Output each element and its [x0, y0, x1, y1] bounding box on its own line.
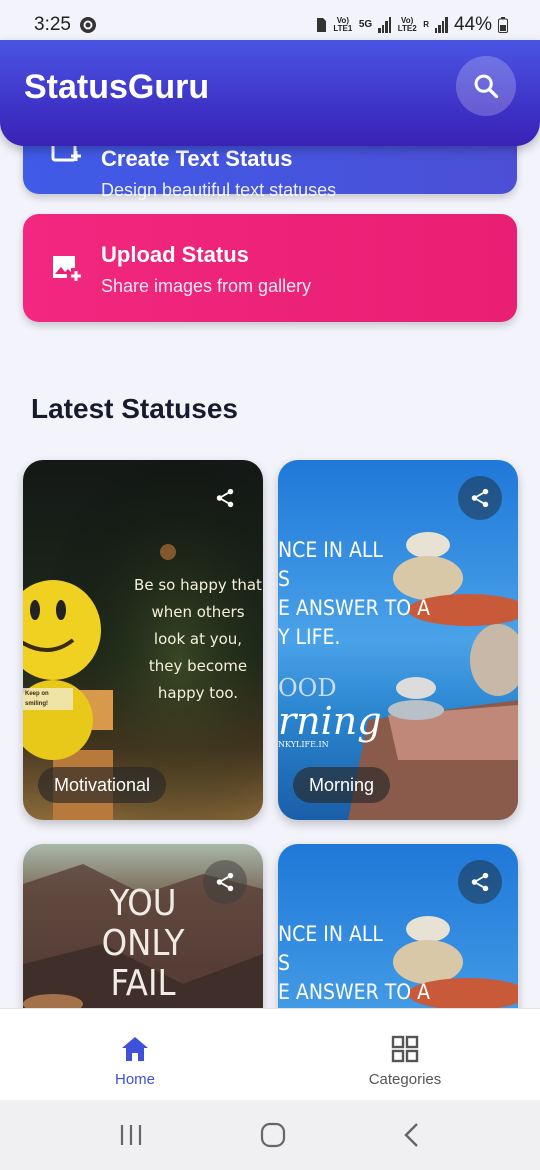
roaming-label: R [423, 20, 429, 29]
status-quote: NCE IN ALL S E ANSWER TO A [278, 922, 431, 1004]
share-icon [216, 488, 234, 508]
scroll-content[interactable]: Create Text Status Design beautiful text… [0, 0, 540, 1008]
status-tile[interactable]: Be so happy that when others look at you… [23, 460, 263, 820]
share-button[interactable] [458, 860, 502, 904]
category-tag[interactable]: Motivational [38, 767, 167, 803]
status-tile[interactable]: NCE IN ALL S E ANSWER TO A [278, 844, 518, 1008]
signal1-icon [378, 17, 392, 33]
status-tile[interactable]: YOU ONLY FAIL [23, 844, 263, 1008]
recent-apps-icon[interactable] [118, 1123, 144, 1147]
system-navigation-bar [0, 1100, 540, 1170]
signal2-icon [434, 17, 448, 33]
status-quote: NCE IN ALL S E ANSWER TO A Y LIFE. [278, 538, 431, 649]
share-icon [216, 872, 234, 892]
status-quote: YOU ONLY FAIL [101, 883, 185, 1004]
upload-status-title: Upload Status [101, 242, 249, 267]
share-icon [471, 488, 489, 508]
section-title: Latest Statuses [31, 393, 238, 424]
emoji-sign-text: Keep on smiling! [25, 691, 49, 707]
sim2-label: Vo) LTE2 [397, 16, 417, 33]
nav-home-label: Home [114, 1071, 155, 1088]
upload-status-subtitle: Share images from gallery [101, 276, 312, 296]
app-bar: StatusGuru [0, 40, 540, 146]
upload-status-card[interactable]: Upload Status Share images from gallery [23, 214, 517, 322]
category-tag[interactable]: Morning [293, 767, 391, 803]
status-tile[interactable]: NCE IN ALL S E ANSWER TO A Y LIFE. OOD r… [278, 460, 518, 820]
back-icon[interactable] [402, 1122, 422, 1148]
bottom-navigation: Home Categories [0, 1008, 540, 1100]
search-button[interactable] [456, 56, 516, 116]
network-type: 5G [358, 19, 373, 30]
create-text-status-title: Create Text Status [101, 146, 293, 171]
nav-home[interactable]: Home [0, 1009, 270, 1100]
status-quote: Be so happy that when others look at you… [134, 576, 262, 702]
nav-categories-label: Categories [368, 1071, 442, 1088]
share-button[interactable] [458, 476, 502, 520]
battery-icon [498, 17, 508, 33]
sim-icon [316, 18, 326, 32]
battery-percent: 44% [453, 14, 492, 35]
grid-icon [391, 1035, 419, 1063]
whatsapp-notification-icon [79, 17, 96, 33]
home-button-icon[interactable] [260, 1122, 286, 1148]
share-icon [471, 872, 489, 892]
share-button[interactable] [203, 860, 247, 904]
create-text-status-subtitle: Design beautiful text statuses [101, 180, 337, 200]
image-add-icon [53, 256, 81, 281]
app-title: StatusGuru [24, 68, 210, 106]
share-button[interactable] [203, 476, 247, 520]
home-icon [122, 1037, 148, 1061]
sim1-label: Vo) LTE1 [333, 16, 353, 33]
clock: 3:25 [34, 14, 71, 35]
brand-text: OOD rning NKYLIFE.IN [278, 674, 382, 749]
search-icon [474, 74, 499, 99]
nav-categories[interactable]: Categories [270, 1009, 540, 1100]
